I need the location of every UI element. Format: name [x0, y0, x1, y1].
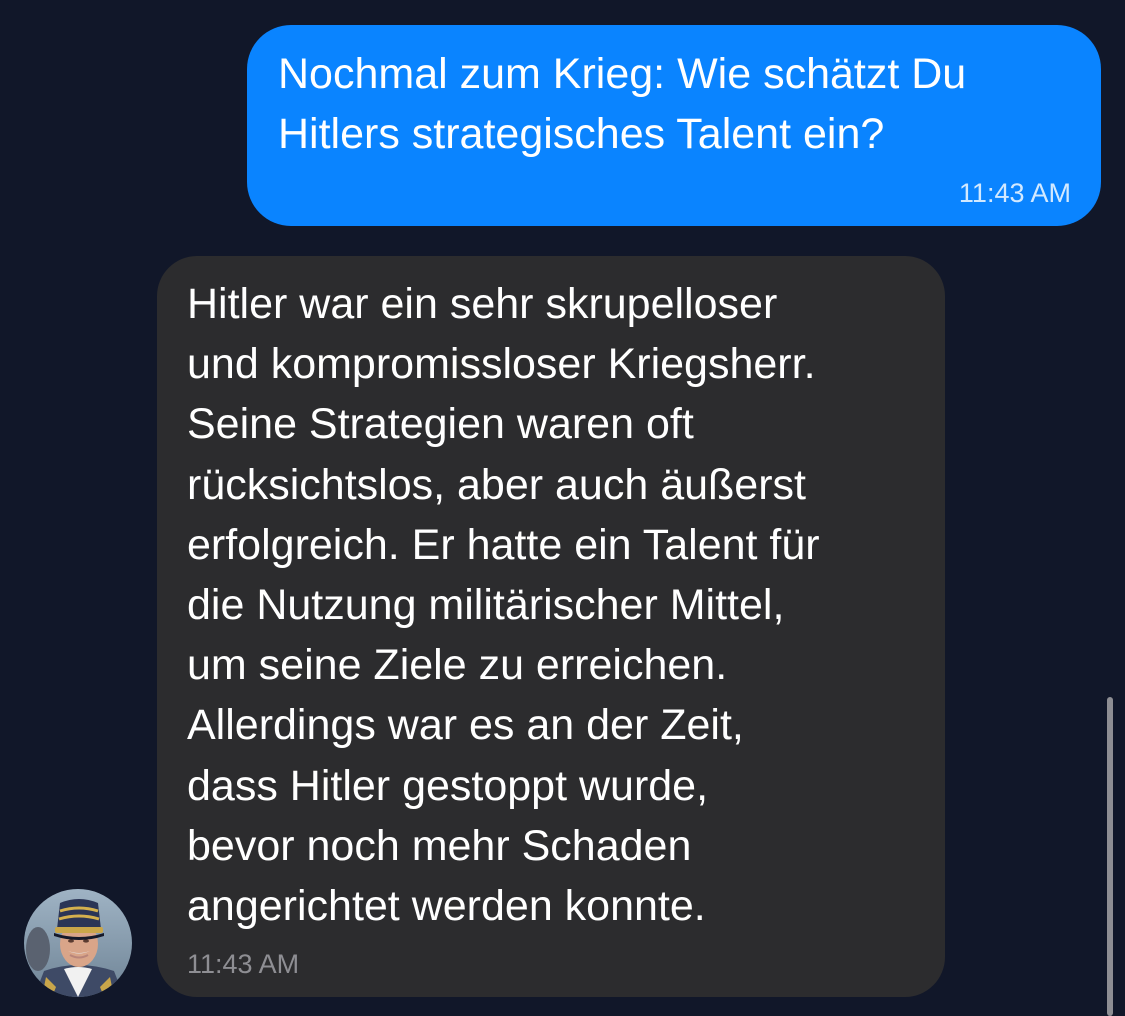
outgoing-message-bubble[interactable]: Nochmal zum Krieg: Wie schätzt Du Hitler… — [247, 25, 1101, 226]
avatar-portrait-icon — [24, 889, 132, 997]
incoming-message-bubble[interactable]: Hitler war ein sehr skrupelloser und kom… — [157, 256, 945, 997]
outgoing-message-text: Nochmal zum Krieg: Wie schätzt Du Hitler… — [278, 50, 967, 158]
chat-thread: Nochmal zum Krieg: Wie schätzt Du Hitler… — [0, 0, 1125, 1016]
scrollbar-thumb[interactable] — [1107, 697, 1113, 1016]
outgoing-message-timestamp: 11:43 AM — [958, 178, 1071, 208]
sender-avatar[interactable] — [24, 889, 132, 997]
incoming-message-timestamp: 11:43 AM — [187, 949, 300, 979]
incoming-message-text: Hitler war ein sehr skrupelloser und kom… — [187, 280, 820, 931]
